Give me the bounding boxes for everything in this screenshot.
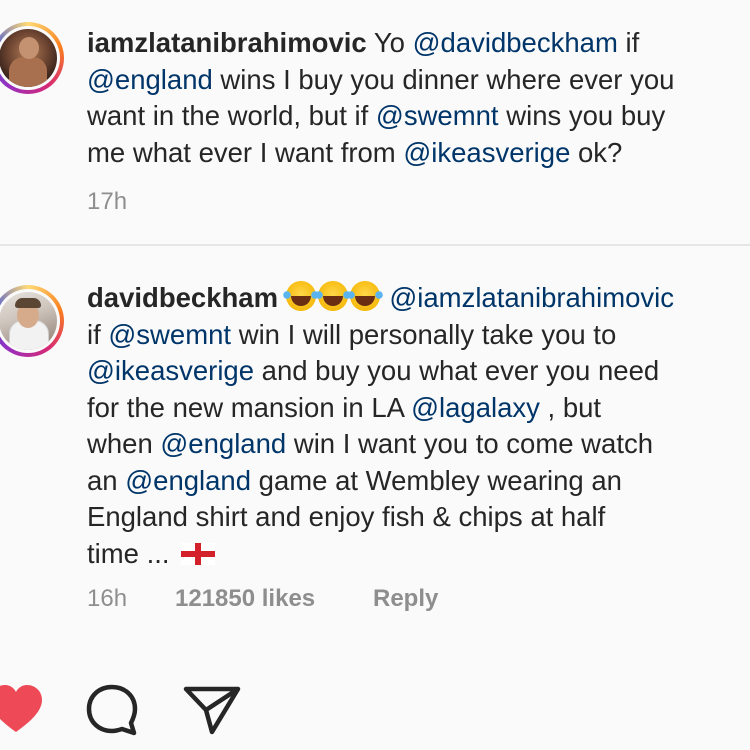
comment-meta: 16h 121850 likes Reply bbox=[87, 585, 438, 613]
england-flag-emoji bbox=[181, 542, 216, 565]
reply-button[interactable]: Reply bbox=[373, 585, 438, 613]
comment-meta: 17h bbox=[87, 188, 127, 216]
username-link[interactable]: iamzlatanibrahimovic bbox=[87, 27, 367, 58]
comment-line: davidbeckham @iamzlatanibrahimovic bbox=[87, 280, 747, 317]
send-icon[interactable] bbox=[180, 680, 244, 740]
comment-text-segment: , but bbox=[539, 391, 602, 423]
comment-line: @ikeasverige and buy you what ever you n… bbox=[87, 353, 747, 390]
avatar-ring[interactable] bbox=[0, 285, 64, 357]
comment-time: 17h bbox=[87, 188, 128, 215]
comment-text-segment: when bbox=[87, 428, 161, 459]
comment-line: for the new mansion in LA @lagalaxy , bu… bbox=[87, 390, 747, 427]
mention-link[interactable]: @lagalaxy bbox=[411, 392, 540, 423]
comment-text-segment: and buy you what ever you need bbox=[254, 355, 660, 386]
mention-link[interactable]: @ikeasverige bbox=[87, 355, 254, 386]
mention-link[interactable]: @davidbeckham bbox=[413, 27, 618, 58]
comment-text-segment: win I will personally take you to bbox=[231, 318, 617, 350]
divider bbox=[0, 244, 750, 246]
tears-of-joy-emoji bbox=[282, 281, 319, 311]
comment-line: if @swemnt win I will personally take yo… bbox=[87, 317, 747, 354]
comment-icon[interactable] bbox=[82, 680, 142, 740]
comment-text-segment: game at Wembley wearing an bbox=[251, 464, 622, 496]
username-link[interactable]: davidbeckham bbox=[87, 282, 278, 313]
comment-line: iamzlatanibrahimovic Yo @davidbeckham if bbox=[87, 25, 747, 62]
tears-of-joy-emoji bbox=[314, 281, 351, 311]
comment-text-segment: me what ever I want from bbox=[87, 136, 404, 168]
mention-link[interactable]: @england bbox=[160, 428, 286, 459]
comment-text-segment: wins I buy you dinner where ever you bbox=[212, 63, 675, 95]
comment-time: 16h bbox=[87, 585, 128, 612]
avatar bbox=[0, 292, 57, 350]
comment-line: when @england win I want you to come wat… bbox=[87, 426, 747, 463]
comment-text-segment: if bbox=[617, 27, 640, 58]
comment-text: davidbeckham @iamzlatanibrahimovic if @sw… bbox=[87, 280, 747, 572]
avatar-ring[interactable] bbox=[0, 22, 64, 94]
mention-link[interactable]: @england bbox=[87, 64, 213, 95]
action-bar bbox=[0, 680, 750, 740]
mention-link[interactable]: @ikeasverige bbox=[403, 137, 570, 168]
likes-count[interactable]: 121850 likes bbox=[175, 585, 373, 613]
mention-link[interactable]: @swemnt bbox=[108, 319, 231, 350]
comment-line: want in the world, but if @swemnt wins y… bbox=[87, 98, 747, 135]
comment-text-segment: for the new mansion in LA bbox=[87, 391, 412, 423]
comment-line: @england wins I buy you dinner where eve… bbox=[87, 62, 747, 99]
tears-of-joy-emoji bbox=[346, 281, 383, 311]
comment-text-segment: Yo bbox=[373, 27, 413, 58]
mention-link[interactable]: @iamzlatanibrahimovic bbox=[389, 282, 674, 313]
comment-line: me what ever I want from @ikeasverige ok… bbox=[87, 135, 747, 172]
comment-line: time ... bbox=[87, 536, 747, 573]
mention-link[interactable]: @england bbox=[125, 465, 251, 496]
comment-text-segment: win I want you to come watch bbox=[286, 428, 654, 459]
heart-icon[interactable] bbox=[0, 680, 46, 740]
comment-line: England shirt and enjoy fish & chips at … bbox=[87, 499, 747, 536]
comment-text-segment: if bbox=[87, 318, 109, 350]
comment-text-segment: wins you buy bbox=[498, 100, 666, 131]
comment-text-segment: want in the world, but if bbox=[87, 100, 376, 131]
avatar bbox=[0, 29, 57, 87]
comment-text-segment: an bbox=[87, 464, 126, 496]
comment-text-segment: time ... bbox=[87, 537, 178, 569]
comment-line: an @england game at Wembley wearing an bbox=[87, 463, 747, 500]
comment-text: iamzlatanibrahimovic Yo @davidbeckham if… bbox=[87, 25, 747, 171]
comment-text-segment: ok? bbox=[570, 136, 623, 168]
comment-text-segment: England shirt and enjoy fish & chips at … bbox=[87, 501, 606, 532]
mention-link[interactable]: @swemnt bbox=[376, 100, 499, 131]
